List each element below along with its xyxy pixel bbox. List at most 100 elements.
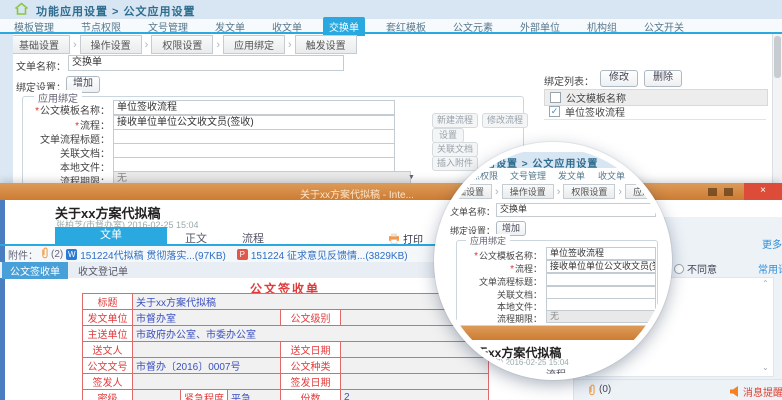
lens-doc-tab-flow: 流程 (546, 366, 566, 380)
set-button[interactable]: 设置 (432, 128, 464, 143)
chevron-down-icon[interactable]: ⌄ (762, 363, 769, 372)
table-row: 密级 紧急程度 平急 份数 2 (83, 390, 489, 400)
subtab-trigger[interactable]: 触发设置 (295, 35, 357, 54)
more-link[interactable]: 更多 (762, 236, 782, 251)
bind-list-label: 绑定列表： (544, 73, 594, 88)
lens-flow-title-input (546, 273, 656, 286)
subtab-permission[interactable]: 权限设置 (151, 35, 213, 54)
lens-subtabs: 基础设置› 操作设置› 权限设置› 应用绑定› 触发设置 (440, 184, 672, 199)
lens-subtab: 基础设置 (440, 184, 492, 199)
sheet-label-cell: 标题 (83, 294, 133, 310)
sign-sheet-table: 标题 关于xx方案代拟稿 发文单位 市督办室 公文级别 主送单位 市政府办公室、… (82, 293, 489, 400)
sheet-value-cell: 关于xx方案代拟稿 (133, 294, 489, 310)
minimize-button[interactable] (708, 188, 717, 196)
bind-list-row-name: 单位签收流程 (565, 104, 625, 119)
sheet-value-cell: 平急 (228, 390, 281, 400)
form-tab-sign-sheet[interactable]: 公文签收单 (2, 262, 68, 279)
table-row: 公文文号 市督办〔2016〕0007号 公文种类 (83, 358, 489, 374)
maximize-button[interactable] (724, 188, 733, 196)
table-row: 送文人 送文日期 (83, 342, 489, 358)
common-phrases-link[interactable]: 常用语 (758, 261, 782, 276)
lens-subtab: 应用绑定 (625, 184, 672, 199)
chevron-right-icon: › (495, 186, 499, 198)
attachment-link[interactable]: 151224代拟稿 贯彻落实...(97KB) (80, 247, 226, 262)
screenshot-stage: 功能应用设置 > 公文应用设置 模板管理 节点权限 文号管理 发文单 收文单 交… (0, 0, 782, 400)
notice-link[interactable]: 消息提醒 (743, 384, 782, 399)
doc-name-input[interactable]: 交换单 (68, 55, 344, 71)
sheet-label-cell: 公文文号 (83, 358, 133, 374)
related-doc-input[interactable] (113, 143, 395, 158)
lens-doc-name-label: 文单名称： (450, 205, 495, 218)
new-flow-button[interactable]: 新建流程 (432, 113, 478, 128)
row-checkbox-checked[interactable]: ✓ (549, 106, 560, 117)
close-button[interactable]: × (744, 183, 782, 200)
flow-title-input[interactable] (113, 129, 395, 144)
sheet-value-cell: 市督办室 (133, 310, 281, 326)
chevron-down-icon[interactable]: ▼ (408, 174, 415, 181)
table-row: 发文单位 市督办室 公文级别 (83, 310, 489, 326)
paperclip-icon (40, 247, 49, 262)
sheet-label-cell: 签发人 (83, 374, 133, 390)
doc-name-label: 文单名称： (16, 58, 66, 73)
required-star: * (510, 264, 514, 275)
window-title: 关于xx方案代拟稿 - Inte... (300, 186, 414, 201)
lens-topbar: 功能应用设置 > 公文应用设置 (440, 152, 666, 168)
template-name-label: *公文模板名称： (30, 102, 110, 117)
sheet-value-cell (341, 374, 489, 390)
table-row: 标题 关于xx方案代拟稿 (83, 294, 489, 310)
ppt-file-icon: P (237, 249, 248, 260)
select-all-checkbox[interactable] (550, 92, 561, 103)
sheet-value-cell (133, 342, 281, 358)
lens-flow-input: 接收单位单位公文收文员(签收) (546, 260, 656, 273)
magnifier-circle: 功能应用设置 > 公文应用设置 节点权限 文号管理 发文单 收文单 基础设置› … (434, 142, 672, 380)
sheet-label-cell: 密级 (83, 390, 133, 400)
scrollbar-thumb[interactable] (774, 36, 781, 78)
local-file-input[interactable] (113, 157, 395, 172)
sheet-label-cell: 公文种类 (281, 358, 341, 374)
sheet-label-cell: 公文级别 (281, 310, 341, 326)
edit-flow-button[interactable]: 修改流程 (482, 113, 528, 128)
template-name-input[interactable]: 单位签收流程 (113, 100, 395, 115)
lens-template-input: 单位签收流程 (546, 247, 656, 260)
lens-flow-label: *流程： (460, 262, 542, 275)
sheet-label-cell: 紧急程度 (181, 390, 228, 400)
chevron-right-icon: › (557, 186, 561, 198)
chevron-right-icon: › (145, 39, 149, 51)
settings-scrollbar[interactable] (772, 34, 782, 183)
sheet-value-cell: 市政府办公室、市委办公室 (133, 326, 489, 342)
sheet-label-cell: 主送单位 (83, 326, 133, 342)
chevron-up-icon[interactable]: ⌃ (762, 279, 769, 288)
lens-tab: 发文单 (558, 169, 585, 182)
lens-deadline-select: 无 (546, 310, 656, 323)
lens-subtab: 操作设置 (502, 184, 554, 199)
left-collapsed-strip (0, 34, 13, 183)
megaphone-icon[interactable] (730, 384, 741, 400)
subtab-basic[interactable]: 基础设置 (8, 35, 70, 54)
bind-list-row[interactable]: ✓ 单位签收流程 (544, 104, 766, 120)
window-left-border (0, 200, 5, 400)
flow-input[interactable]: 接收单位单位公文收文员(签收) (113, 115, 395, 130)
delete-button[interactable]: 删除 (644, 70, 682, 87)
sheet-label-cell: 送文人 (83, 342, 133, 358)
panel-divider (574, 379, 782, 380)
local-file-label: 本地文件： (30, 159, 110, 174)
doc-tab-form[interactable]: 文单 (55, 227, 167, 244)
sub-tab-bar: 基础设置› 操作设置› 权限设置› 应用绑定› 触发设置 (8, 37, 357, 52)
form-tab-register[interactable]: 收文登记单 (78, 263, 128, 278)
chevron-right-icon: › (73, 39, 77, 51)
paperclip-icon[interactable] (587, 383, 596, 400)
lens-tab: 文号管理 (510, 169, 546, 182)
chevron-right-icon: › (216, 39, 220, 51)
chevron-right-icon: › (288, 39, 292, 51)
attachment-link[interactable]: 151224 征求意见反馈情...(3829KB) (251, 247, 408, 262)
sheet-label-cell: 发文单位 (83, 310, 133, 326)
lens-app-bind-legend: 应用绑定 (466, 234, 510, 247)
subtab-app-bind[interactable]: 应用绑定 (223, 35, 285, 54)
table-row: 主送单位 市政府办公室、市委办公室 (83, 326, 489, 342)
radio-disagree[interactable]: 不同意 (674, 261, 717, 276)
radio-icon[interactable] (674, 264, 684, 274)
sheet-value-cell: 市督办〔2016〕0007号 (133, 358, 281, 374)
subtab-operation[interactable]: 操作设置 (80, 35, 142, 54)
lens-doc-name-input: 交换单 (496, 203, 656, 217)
modify-button[interactable]: 修改 (600, 70, 638, 87)
